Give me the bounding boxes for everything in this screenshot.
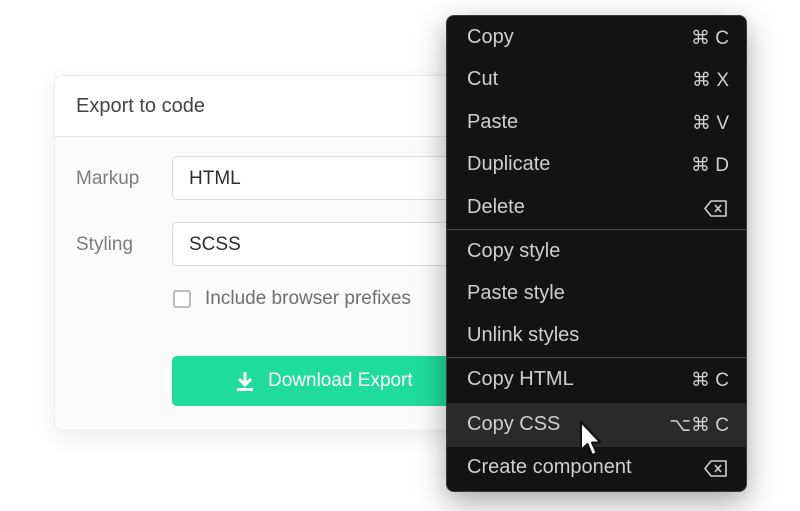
backspace-icon	[704, 200, 727, 217]
markup-label: Markup	[76, 168, 140, 189]
menu-item-delete[interactable]: Delete	[447, 187, 746, 229]
browser-prefixes-checkbox[interactable]	[173, 290, 191, 308]
menu-item-label: Paste	[467, 111, 519, 133]
styling-value: SCSS	[189, 234, 241, 255]
menu-item-copy[interactable]: Copy ⌘ C	[447, 17, 746, 59]
menu-item-shortcut: ⌘ D	[691, 155, 729, 176]
backspace-icon	[704, 460, 727, 477]
menu-item-label: Create component	[467, 456, 632, 478]
menu-item-label: Delete	[467, 196, 525, 218]
menu-item-label: Copy HTML	[467, 368, 574, 390]
menu-item-cut[interactable]: Cut ⌘ X	[447, 59, 746, 101]
menu-item-label: Copy style	[467, 240, 561, 262]
browser-prefixes-label[interactable]: Include browser prefixes	[205, 288, 411, 310]
menu-separator	[447, 229, 746, 230]
menu-item-paste[interactable]: Paste ⌘ V	[447, 102, 746, 144]
menu-item-label: Copy CSS	[467, 413, 561, 435]
menu-item-label: Cut	[467, 68, 499, 90]
menu-item-shortcut: ⌘ C	[691, 28, 729, 49]
menu-item-label: Duplicate	[467, 153, 551, 175]
download-icon	[237, 372, 253, 391]
menu-item-copy-style[interactable]: Copy style	[447, 231, 746, 273]
menu-item-label: Paste style	[467, 282, 565, 304]
markup-value: HTML	[189, 168, 241, 189]
styling-label: Styling	[76, 234, 134, 255]
mouse-pointer-icon	[580, 421, 602, 456]
menu-item-duplicate[interactable]: Duplicate ⌘ D	[447, 144, 746, 186]
menu-item-paste-style[interactable]: Paste style	[447, 273, 746, 315]
menu-separator	[447, 357, 746, 358]
menu-item-label: Copy	[467, 26, 514, 48]
panel-title: Export to code	[76, 95, 205, 117]
menu-item-shortcut: ⌘ C	[691, 370, 729, 391]
download-export-label: Download Export	[268, 370, 413, 391]
menu-item-shortcut: ⌥⌘ C	[669, 415, 729, 436]
download-export-button[interactable]: Download Export	[172, 356, 472, 406]
menu-item-unlink-styles[interactable]: Unlink styles	[447, 315, 746, 357]
menu-item-shortcut: ⌘ X	[692, 70, 729, 91]
menu-item-label: Unlink styles	[467, 324, 580, 346]
menu-item-copy-html[interactable]: Copy HTML ⌘ C	[447, 359, 746, 401]
menu-item-shortcut: ⌘ V	[692, 113, 729, 134]
